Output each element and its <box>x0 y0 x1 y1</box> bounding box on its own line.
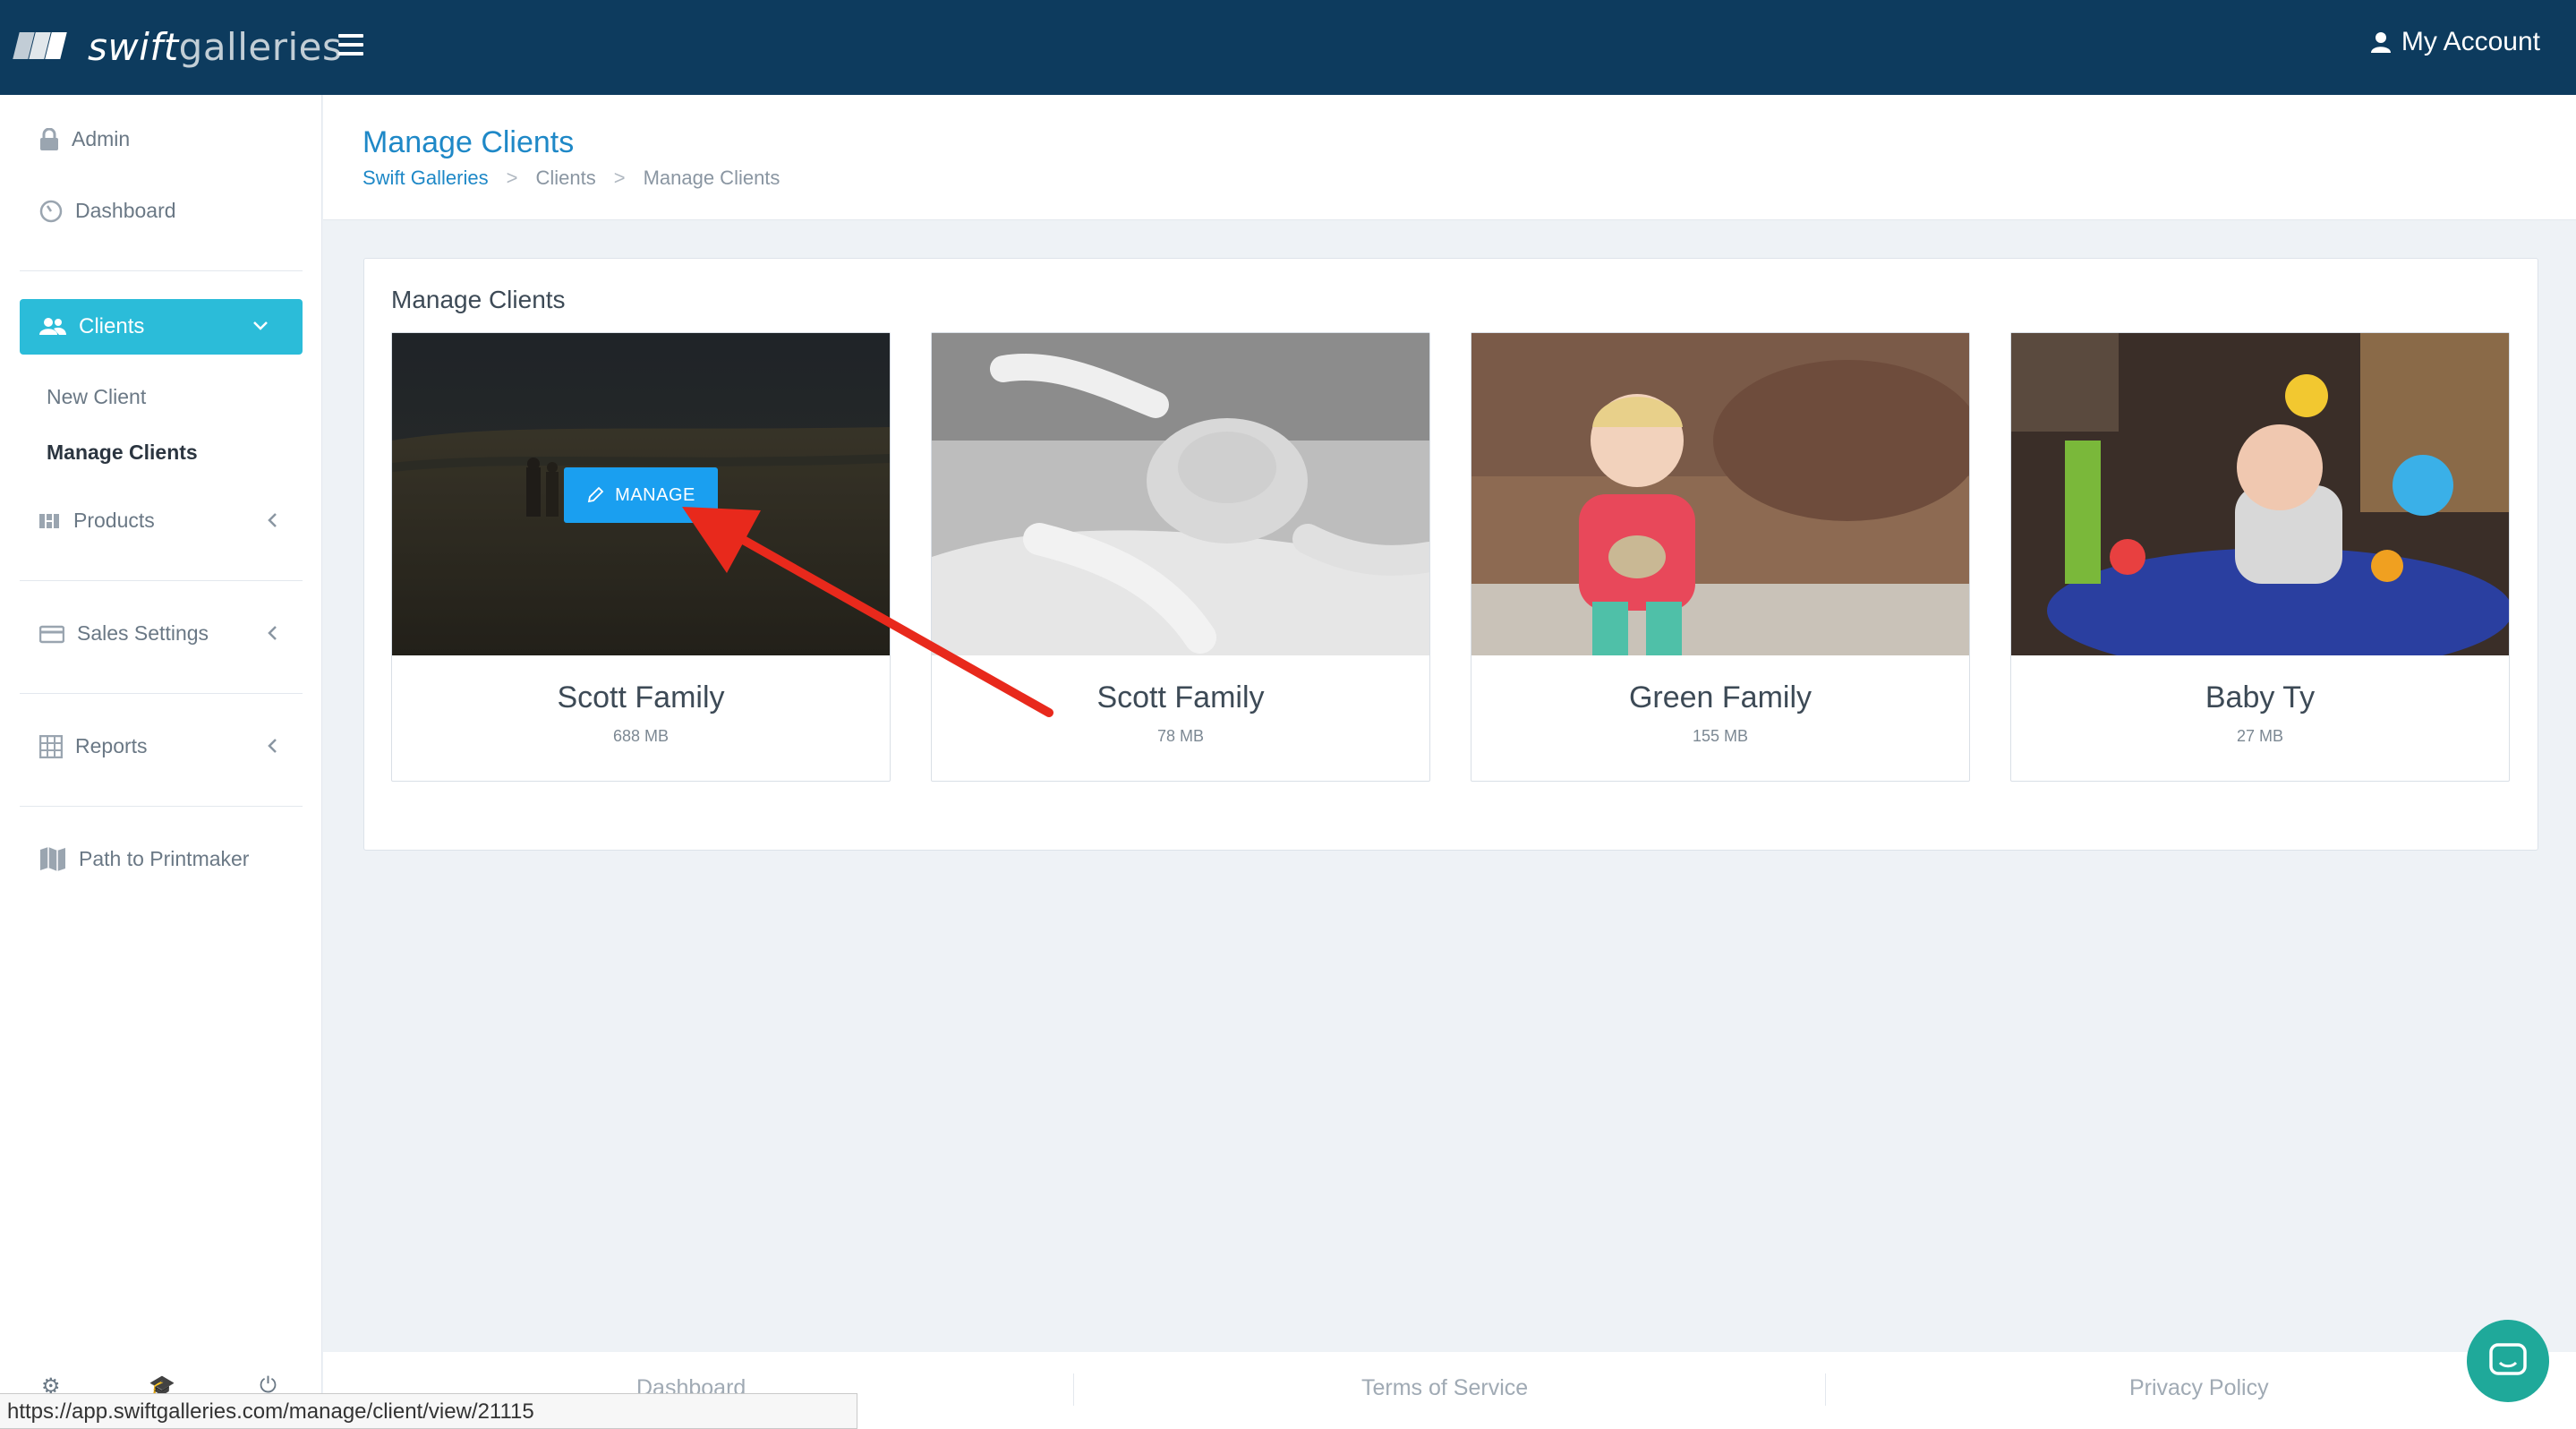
sidebar-divider <box>20 693 303 694</box>
client-card[interactable]: Scott Family 78 MB <box>931 332 1430 782</box>
client-size: 688 MB <box>612 727 670 745</box>
reports-icon <box>39 734 63 758</box>
sidebar-item-clients[interactable]: Clients <box>20 299 303 355</box>
sidebar-item-label: Dashboard <box>75 199 176 222</box>
pencil-icon <box>588 486 604 503</box>
chevron-left-icon <box>268 626 277 640</box>
client-card[interactable]: MANAGE Scott Family 688 MB <box>391 332 891 782</box>
client-photo <box>932 333 1429 655</box>
status-bar-url: https://app.swiftgalleries.com/manage/cl… <box>0 1393 857 1429</box>
client-card[interactable]: Baby Ty 27 MB <box>2010 332 2510 782</box>
sidebar-item-reports[interactable]: Reports <box>39 734 148 758</box>
breadcrumb-swift-galleries[interactable]: Swift Galleries <box>363 167 489 190</box>
manage-button-label: MANAGE <box>615 484 695 505</box>
dashboard-icon <box>39 200 63 222</box>
sidebar-item-path-to-printmaker[interactable]: Path to Printmaker <box>39 845 249 872</box>
breadcrumb-manage-clients: Manage Clients <box>643 167 780 189</box>
sidebar-item-new-client[interactable]: New Client <box>47 385 146 409</box>
client-photo <box>1471 333 1969 655</box>
lock-icon <box>40 127 58 150</box>
page-header: Manage Clients Swift Galleries > Clients… <box>323 95 2576 220</box>
chevron-left-icon <box>268 739 277 753</box>
breadcrumb-separator-icon: > <box>506 167 518 189</box>
client-size: 27 MB <box>2236 727 2284 745</box>
client-name: Scott Family <box>1096 680 1265 714</box>
client-card[interactable]: Green Family 155 MB <box>1471 332 1970 782</box>
client-name: Baby Ty <box>2205 680 2316 714</box>
user-icon <box>2370 32 2391 53</box>
sidebar: Admin Dashboard Clients New Client Manag… <box>0 95 322 1429</box>
sidebar-item-label: Products <box>73 509 155 532</box>
breadcrumb-clients[interactable]: Clients <box>535 167 595 190</box>
my-account-button[interactable]: My Account <box>2370 27 2540 57</box>
sidebar-item-label: Reports <box>75 734 148 757</box>
sidebar-divider <box>20 806 303 807</box>
client-name: Scott Family <box>557 680 725 714</box>
sales-icon <box>39 625 64 643</box>
logo[interactable]: swiftgalleries <box>13 20 342 73</box>
breadcrumb: Swift Galleries > Clients > Manage Clien… <box>363 167 780 190</box>
sidebar-item-dashboard[interactable]: Dashboard <box>39 199 176 223</box>
manage-button[interactable]: MANAGE <box>564 467 718 523</box>
top-navbar: swiftgalleries My Account <box>0 0 2576 95</box>
sidebar-item-label: Clients <box>79 314 145 338</box>
sidebar-divider <box>20 580 303 581</box>
my-account-label: My Account <box>2401 27 2540 56</box>
sidebar-divider <box>20 270 303 271</box>
sidebar-item-manage-clients[interactable]: Manage Clients <box>47 441 198 465</box>
users-icon <box>39 318 66 335</box>
chat-button[interactable] <box>2467 1320 2549 1402</box>
page-title: Manage Clients <box>363 125 575 159</box>
panel-title: Manage Clients <box>391 286 566 313</box>
client-photo <box>2011 333 2509 655</box>
sidebar-item-sales-settings[interactable]: Sales Settings <box>39 621 209 646</box>
sidebar-item-label: Admin <box>72 127 131 150</box>
footer-divider <box>1073 1373 1074 1406</box>
logo-mark-icon <box>13 29 67 64</box>
footer-divider <box>1825 1373 1826 1406</box>
chat-icon <box>2489 1343 2527 1375</box>
menu-icon[interactable] <box>338 34 363 56</box>
footer-link-privacy[interactable]: Privacy Policy <box>2129 1375 2269 1401</box>
logo-text: swiftgalleries <box>88 24 343 69</box>
chevron-down-icon <box>253 321 268 330</box>
map-icon <box>40 847 65 871</box>
sidebar-item-label: Path to Printmaker <box>79 846 250 870</box>
client-size: 155 MB <box>1692 727 1749 745</box>
products-icon <box>39 513 59 528</box>
chevron-left-icon <box>268 513 277 527</box>
client-size: 78 MB <box>1156 727 1205 745</box>
breadcrumb-separator-icon: > <box>613 167 626 189</box>
footer-link-terms[interactable]: Terms of Service <box>1361 1375 1528 1401</box>
manage-clients-panel: Manage Clients MANAGE Scott Family 688 M… <box>363 258 2538 851</box>
client-name: Green Family <box>1628 680 1813 714</box>
sidebar-item-admin[interactable]: Admin <box>39 127 130 151</box>
sidebar-item-products[interactable]: Products <box>39 509 155 533</box>
sidebar-item-label: Sales Settings <box>77 621 209 645</box>
